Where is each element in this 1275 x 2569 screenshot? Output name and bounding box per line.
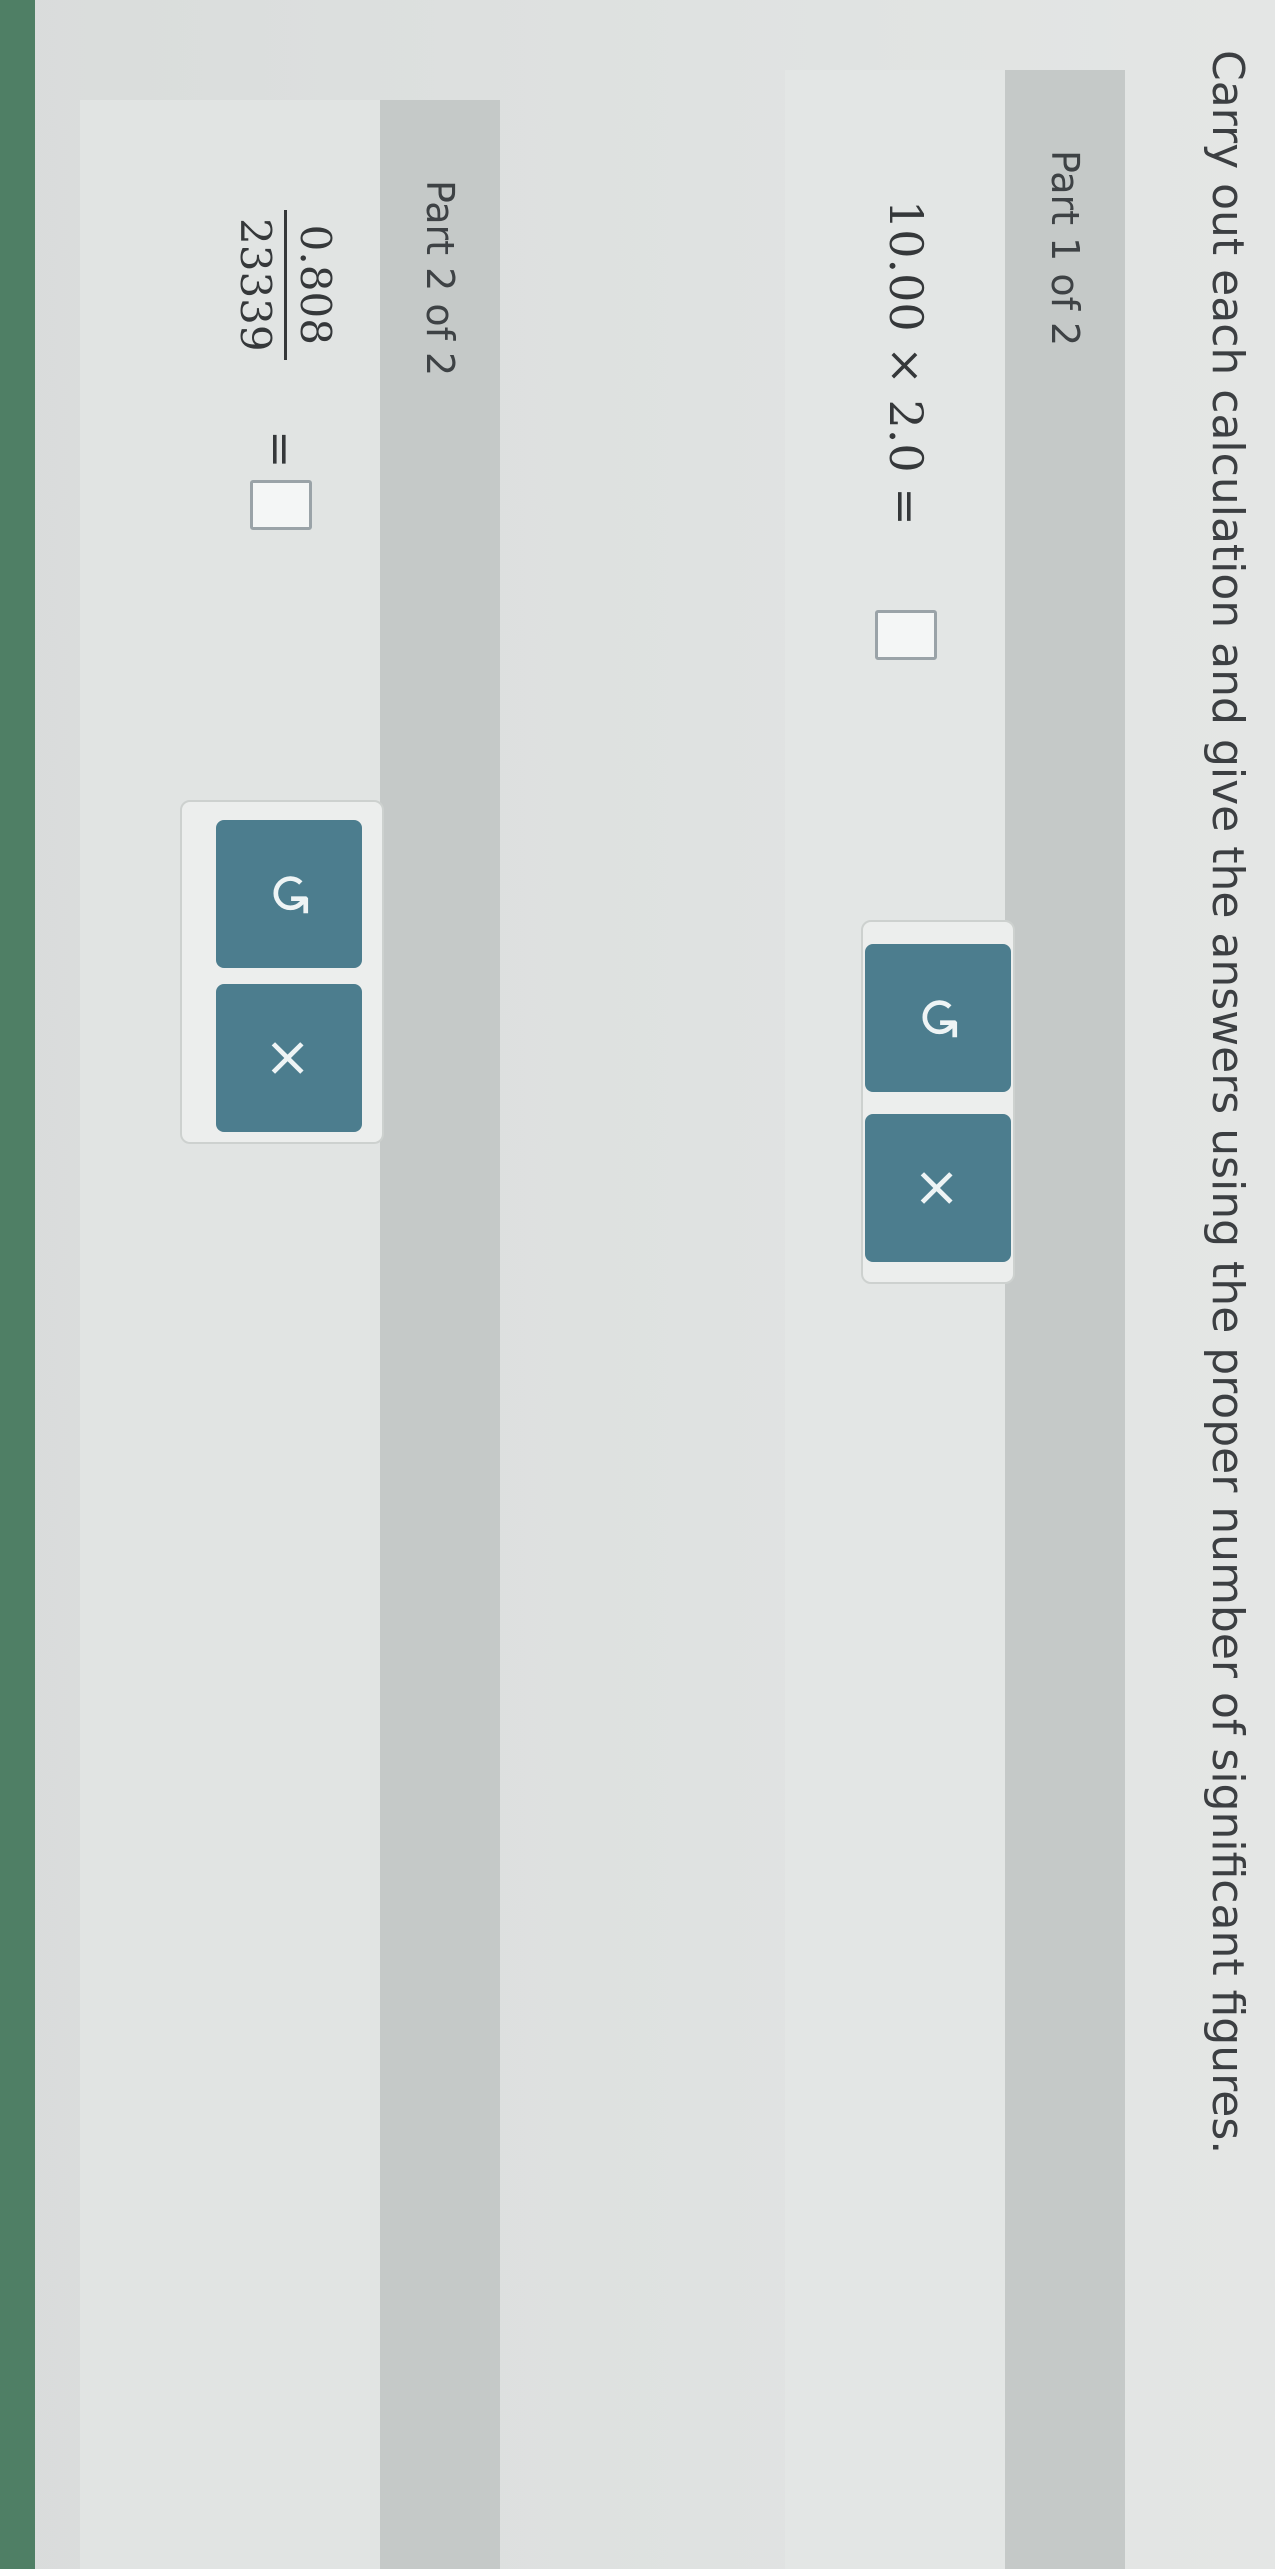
accent-edge: [0, 0, 35, 2569]
part-1-expression: 10.00 × 2.0 =: [879, 200, 933, 526]
part-1-undo-button[interactable]: ↺: [865, 944, 1011, 1092]
fraction-bar: [284, 210, 287, 360]
part-2-clear-button[interactable]: ×: [216, 984, 362, 1132]
part-2-answer-box[interactable]: [250, 480, 312, 530]
part-2-header: Part 2 of 2: [380, 100, 500, 2569]
undo-icon: ↺: [905, 994, 971, 1042]
part-2-undo-button[interactable]: ↺: [216, 820, 362, 968]
part-1-answer-box[interactable]: [875, 610, 937, 660]
fraction-numerator: 0.808: [291, 224, 340, 345]
part-2-fraction: 0.808 23339: [231, 210, 340, 360]
part-1-header: Part 1 of 2: [1005, 70, 1125, 2569]
part-2-button-panel: ↺ ×: [180, 800, 384, 1144]
part-1-clear-button[interactable]: ×: [865, 1114, 1011, 1262]
close-icon: ×: [256, 1034, 322, 1082]
instruction-text: Carry out each calculation and give the …: [1202, 50, 1253, 2155]
part-1-body: 10.00 × 2.0 = ↺ ×: [785, 70, 1015, 2569]
problem-page: Carry out each calculation and give the …: [0, 0, 1275, 2569]
undo-icon: ↺: [256, 870, 322, 918]
part-2-equals: =: [254, 430, 308, 469]
part-1-button-panel: ↺ ×: [861, 920, 1015, 1284]
fraction-denominator: 23339: [231, 218, 280, 352]
close-icon: ×: [905, 1164, 971, 1212]
part-2-body: 0.808 23339 = ↺ ×: [80, 100, 384, 2569]
